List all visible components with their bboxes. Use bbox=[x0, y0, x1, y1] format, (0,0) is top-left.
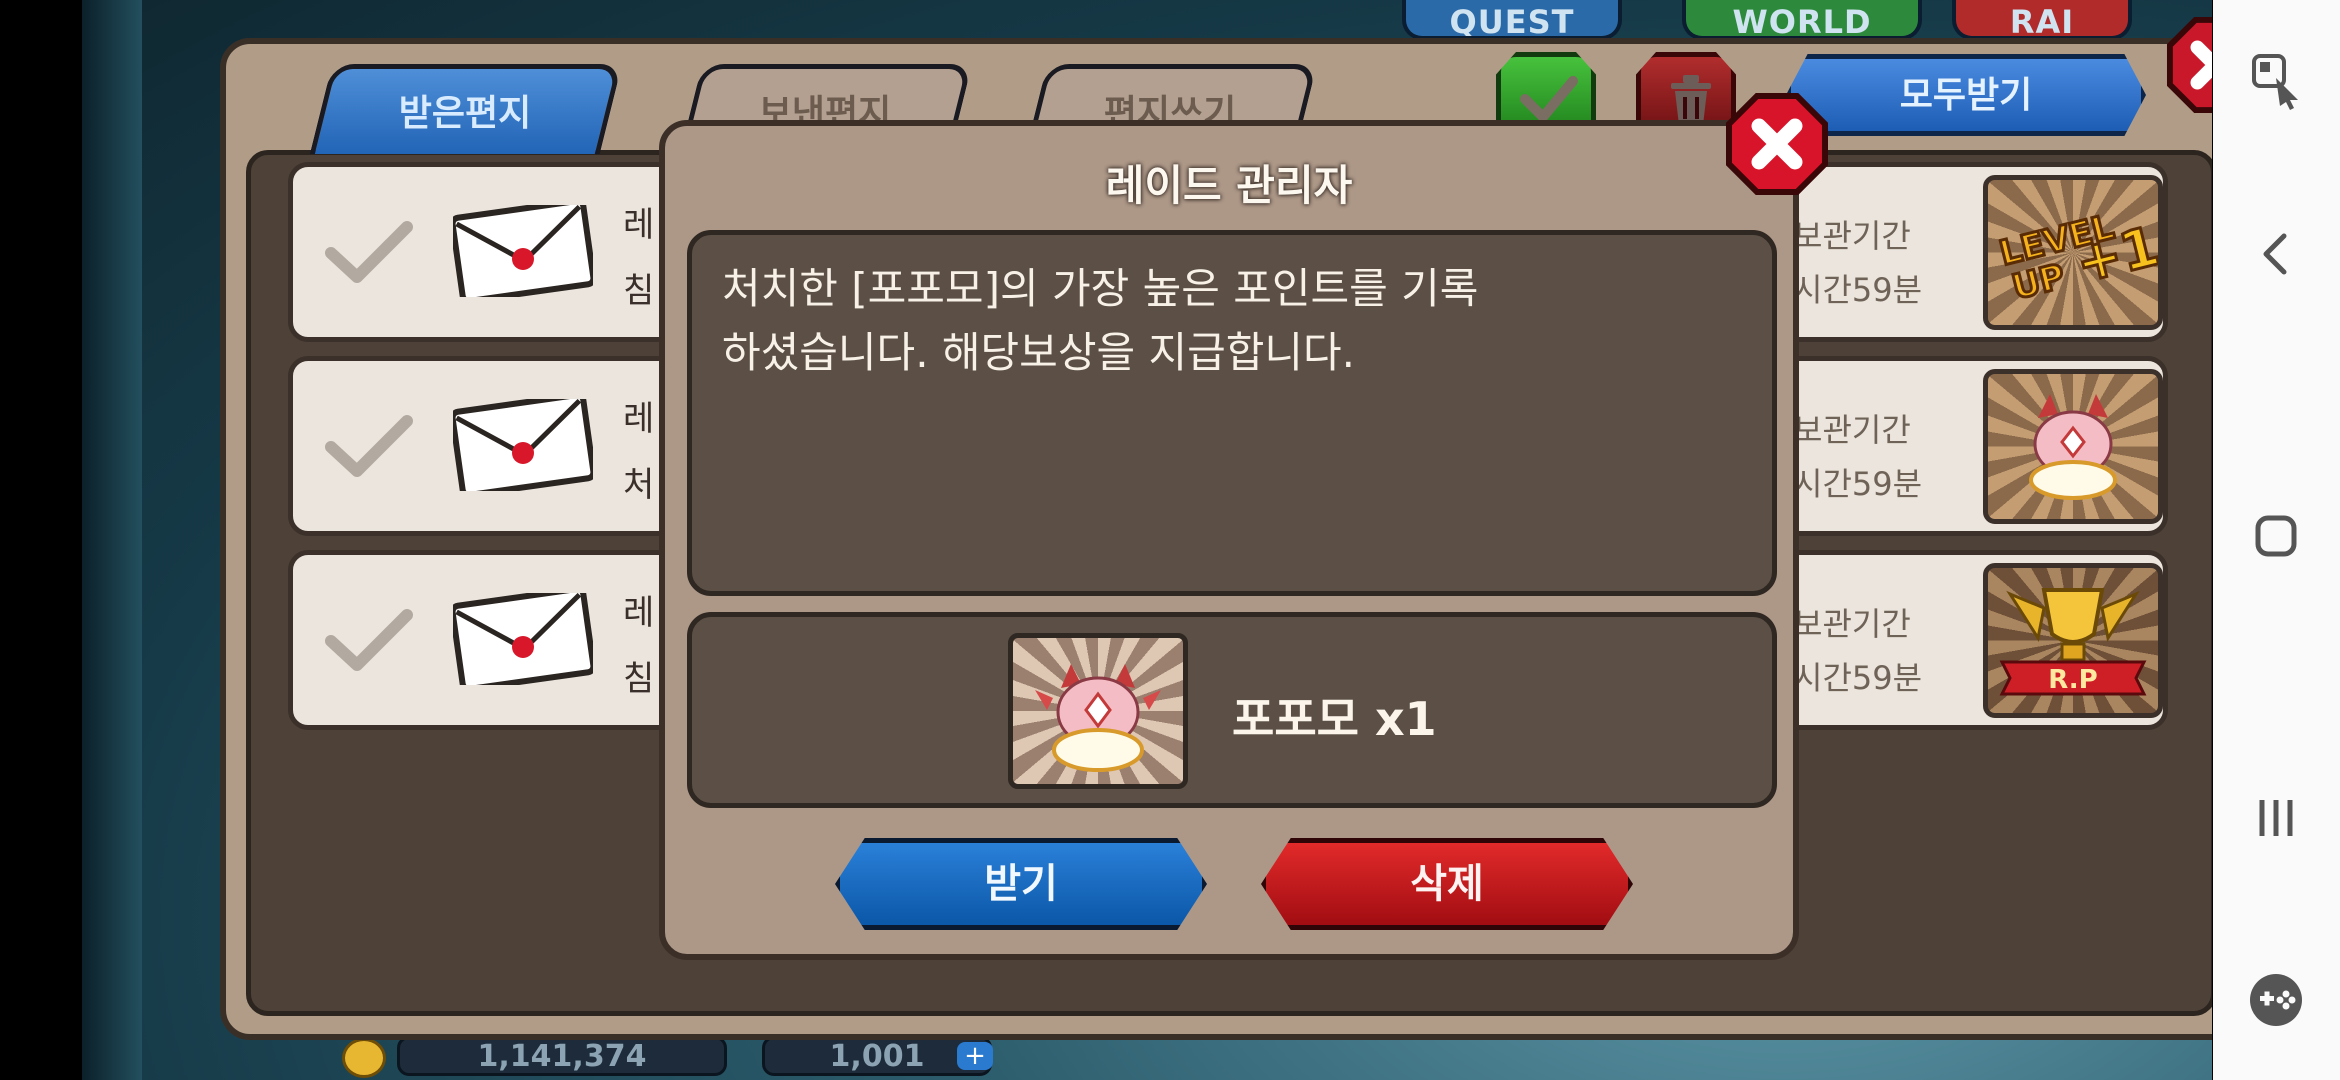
mail-sender: 레 bbox=[623, 593, 655, 633]
receive-button[interactable]: 받기 bbox=[835, 838, 1207, 930]
mail-storage-period: 보관기간 bbox=[1793, 605, 1911, 643]
check-icon[interactable] bbox=[323, 605, 413, 675]
dialog-message: 처치한 [포포모]의 가장 높은 포인트를 기록 하셨습니다. 해당보상을 지급… bbox=[687, 230, 1777, 596]
screen: QUEST WORLD RAI 1,141,374 1,001 + 받은편지 보… bbox=[0, 0, 2340, 1080]
tab-label: 받은편지 bbox=[398, 93, 531, 134]
mailbox-close-icon[interactable] bbox=[2166, 16, 2212, 114]
check-icon[interactable] bbox=[323, 217, 413, 287]
back-icon[interactable] bbox=[2236, 214, 2316, 294]
mail-subject: 침 bbox=[623, 659, 655, 699]
game-background-edge bbox=[82, 0, 142, 1080]
recent-apps-icon[interactable] bbox=[2236, 778, 2316, 858]
mail-subject: 처 bbox=[623, 465, 655, 505]
popomo-icon bbox=[1008, 633, 1188, 789]
game-view: QUEST WORLD RAI 1,141,374 1,001 + 받은편지 보… bbox=[82, 0, 2212, 1080]
level-up-icon: LEVEL UP +1 bbox=[1983, 175, 2163, 330]
android-navigation-bar bbox=[2213, 0, 2340, 1080]
screen-pin-icon[interactable] bbox=[2236, 38, 2316, 118]
envelope-icon bbox=[453, 399, 593, 491]
raid-point-trophy-icon: R.P bbox=[1983, 563, 2163, 718]
mail-subject: 침 bbox=[623, 271, 655, 311]
tab-received-mail[interactable]: 받은편지 bbox=[309, 64, 623, 154]
check-icon bbox=[1520, 76, 1578, 122]
envelope-icon bbox=[453, 205, 593, 297]
reward-item-panel: 포포모 x1 bbox=[687, 612, 1777, 808]
dialog-title: 레이드 관리자 bbox=[1105, 161, 1353, 210]
gold-amount: 1,141,374 bbox=[397, 1036, 727, 1076]
raid-point-label: R.P bbox=[2048, 665, 2097, 695]
raid-manager-dialog: 레이드 관리자 처치한 [포포모]의 가장 높은 포인트를 기록 하셨습니다. … bbox=[659, 93, 1828, 960]
add-gems-button[interactable]: + bbox=[957, 1042, 993, 1070]
mail-storage-period: 보관기간 bbox=[1793, 411, 1911, 449]
envelope-icon bbox=[453, 593, 593, 685]
home-icon[interactable] bbox=[2236, 496, 2316, 576]
delete-button[interactable]: 삭제 bbox=[1261, 838, 1633, 930]
quest-button[interactable]: QUEST bbox=[1402, 0, 1622, 40]
mail-remaining-time: 시간59분 bbox=[1793, 659, 1923, 697]
currency-bar: 1,141,374 1,001 + bbox=[342, 1034, 1042, 1080]
dialog-close-icon[interactable] bbox=[1725, 92, 1829, 196]
mail-storage-period: 보관기간 bbox=[1793, 217, 1911, 255]
game-launcher-icon[interactable] bbox=[2236, 960, 2316, 1040]
check-icon[interactable] bbox=[323, 411, 413, 481]
popomo-icon bbox=[1983, 369, 2163, 524]
mail-remaining-time: 시간59분 bbox=[1793, 271, 1923, 309]
reward-item-name: 포포모 x1 bbox=[1232, 692, 1437, 746]
receive-all-button[interactable]: 모두받기 bbox=[1786, 54, 2146, 136]
raid-button[interactable]: RAI bbox=[1952, 0, 2132, 40]
world-button[interactable]: WORLD bbox=[1682, 0, 1922, 40]
mail-remaining-time: 시간59분 bbox=[1793, 465, 1923, 503]
mail-sender: 레 bbox=[623, 205, 655, 245]
mail-sender: 레 bbox=[623, 399, 655, 439]
gold-coin-icon bbox=[342, 1038, 386, 1078]
